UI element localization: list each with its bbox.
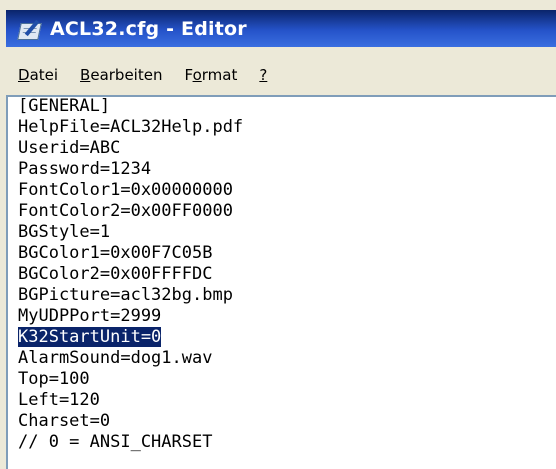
text-line[interactable]: MyUDPPort=2999 — [18, 306, 243, 327]
text-line[interactable]: [GENERAL] — [18, 96, 243, 117]
notepad-window: ACL32.cfg - Editor Datei Bearbeiten Form… — [0, 0, 556, 469]
text-line[interactable]: BGStyle=1 — [18, 222, 243, 243]
selected-text: K32StartUnit=0 — [18, 327, 162, 347]
text-line[interactable]: Left=120 — [18, 390, 243, 411]
text-line[interactable]: // 0 = ANSI_CHARSET — [18, 432, 243, 453]
text-line[interactable]: AlarmSound=dog1.wav — [18, 348, 243, 369]
text-line[interactable]: K32StartUnit=0 — [18, 327, 243, 348]
menu-format[interactable]: Format — [184, 66, 237, 84]
text-line[interactable]: Userid=ABC — [18, 138, 243, 159]
menu-bearbeiten[interactable]: Bearbeiten — [80, 66, 162, 84]
title-bar[interactable]: ACL32.cfg - Editor — [6, 10, 556, 47]
text-line[interactable]: Top=100 — [18, 369, 243, 390]
text-line[interactable]: BGColor1=0x00F7C05B — [18, 243, 243, 264]
text-line[interactable]: Password=1234 — [18, 159, 243, 180]
menu-datei[interactable]: Datei — [18, 66, 58, 84]
text-line[interactable]: BGColor2=0x00FFFFDC — [18, 264, 243, 285]
text-line[interactable]: FontColor2=0x00FF0000 — [18, 201, 243, 222]
editor-text[interactable]: [GENERAL] HelpFile=ACL32Help.pdf Userid=AB… — [18, 96, 243, 453]
menu-bar: Datei Bearbeiten Format ? — [6, 61, 556, 89]
text-line[interactable]: FontColor1=0x00000000 — [18, 180, 243, 201]
window-title: ACL32.cfg - Editor — [50, 17, 247, 40]
notepad-icon[interactable] — [16, 17, 42, 41]
text-line[interactable]: Charset=0 — [18, 411, 243, 432]
text-line[interactable]: HelpFile=ACL32Help.pdf — [18, 117, 243, 138]
menu-help[interactable]: ? — [259, 66, 267, 84]
text-line[interactable]: BGPicture=acl32bg.bmp — [18, 285, 243, 306]
text-editor-area[interactable]: [GENERAL] HelpFile=ACL32Help.pdf Userid=AB… — [6, 95, 556, 469]
